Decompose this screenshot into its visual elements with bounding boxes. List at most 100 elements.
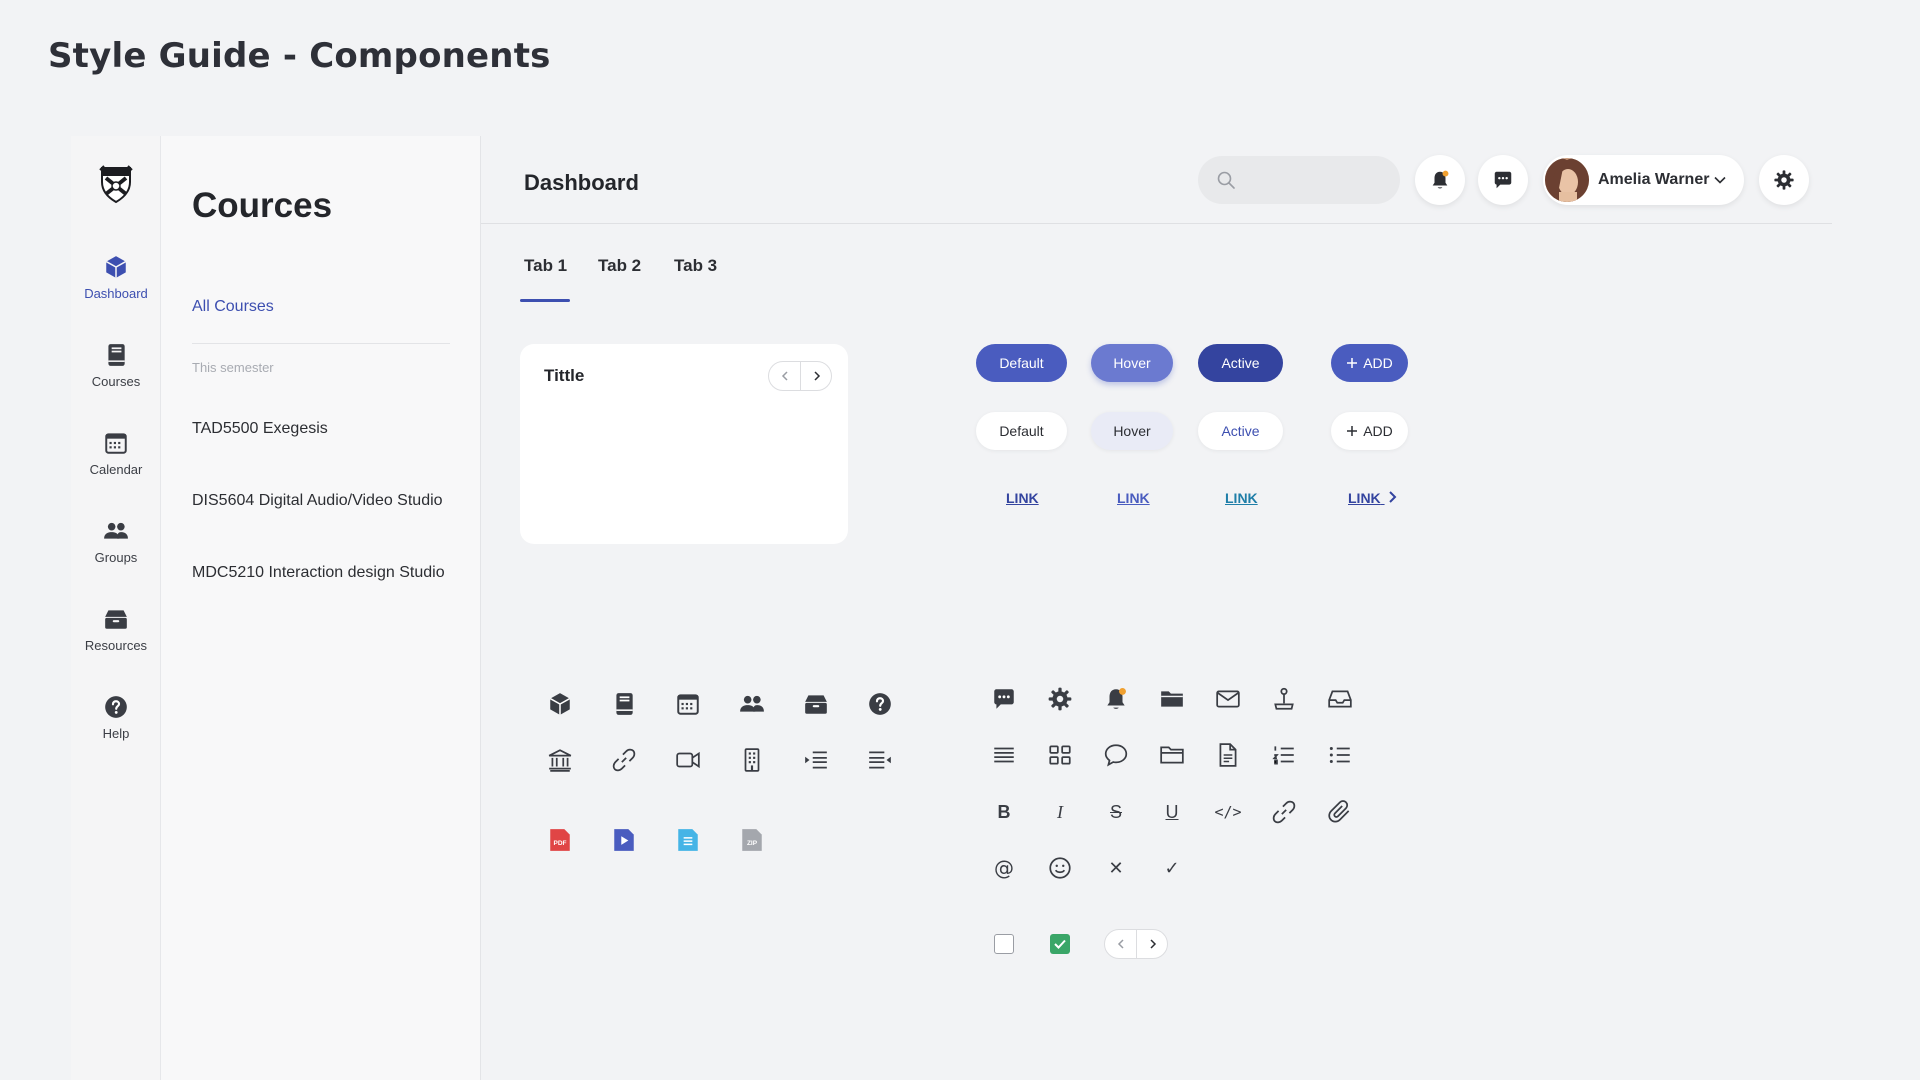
speech-bubble-icon (1103, 742, 1129, 768)
link-icon (1271, 799, 1297, 825)
bell-icon (1432, 170, 1449, 189)
active-tab-indicator (520, 299, 570, 302)
bell-icon (1103, 686, 1129, 712)
header-divider (481, 223, 1832, 224)
calendar-icon (105, 433, 127, 454)
resources-box-icon (105, 610, 127, 629)
link-icon (611, 747, 637, 773)
link-hover[interactable]: LINK (1117, 490, 1150, 506)
checkbox-unchecked[interactable] (994, 934, 1014, 954)
notifications-button[interactable] (1415, 155, 1465, 205)
cube-icon (105, 256, 127, 278)
checkbox-checked[interactable] (1050, 934, 1070, 954)
chat-icon (991, 686, 1017, 712)
primary-button-active[interactable]: Active (1198, 344, 1283, 382)
groups-icon (739, 691, 765, 717)
rail-item-label: Courses (91, 374, 141, 389)
add-label: ADD (1363, 355, 1393, 371)
pagination-control (1104, 929, 1168, 959)
indent-icon (803, 747, 829, 773)
institution-icon (547, 747, 573, 773)
rail-item-groups[interactable]: Groups (71, 518, 161, 565)
settings-button[interactable] (1759, 155, 1809, 205)
plus-icon (1347, 426, 1358, 436)
cube-icon (547, 691, 573, 717)
tab-3[interactable]: Tab 3 (674, 256, 717, 276)
search-input[interactable] (1246, 166, 1386, 194)
courses-panel: Cources All Courses This semester TAD550… (161, 136, 481, 1080)
help-icon (867, 691, 893, 717)
search-icon (1217, 171, 1235, 189)
next-button[interactable] (801, 362, 833, 390)
document-icon (1215, 742, 1241, 768)
course-item[interactable]: MDC5210 Interaction design Studio (192, 564, 445, 582)
resources-box-icon (803, 691, 829, 717)
chevron-left-icon (781, 371, 788, 381)
paperclip-icon (1327, 799, 1353, 825)
rail-item-label: Dashboard (84, 286, 148, 301)
course-item[interactable]: DIS5604 Digital Audio/Video Studio (192, 492, 443, 510)
mail-icon (1215, 686, 1241, 712)
grid-view-icon (1047, 742, 1073, 768)
primary-button-default[interactable]: Default (976, 344, 1067, 382)
chevron-left-icon (1117, 939, 1124, 949)
user-menu[interactable]: Amelia Warner (1543, 155, 1744, 205)
file-icon-label: ZIP (747, 840, 758, 847)
link-default[interactable]: LINK (1006, 490, 1039, 506)
courses-title: Cources (192, 186, 333, 225)
rail-item-calendar[interactable]: Calendar (71, 430, 161, 477)
document-file-icon (675, 827, 701, 853)
bullet-list-icon (1327, 742, 1353, 768)
building-icon (739, 747, 765, 773)
next-button[interactable] (1137, 930, 1169, 958)
rail-item-label: Help (102, 726, 130, 741)
secondary-button-active[interactable]: Active (1198, 412, 1283, 450)
rail-item-dashboard[interactable]: Dashboard (71, 254, 161, 301)
primary-add-button[interactable]: ADD (1331, 344, 1408, 382)
card-title: Tittle (544, 366, 585, 385)
bold-icon: B (997, 801, 1011, 822)
book-icon (108, 344, 125, 366)
mention-icon: @ (994, 856, 1014, 880)
page-title: Style Guide - Components (48, 36, 551, 76)
university-crest-logo (98, 164, 134, 204)
book-icon (611, 691, 637, 717)
card-pager (768, 361, 832, 391)
search-bar[interactable] (1198, 156, 1400, 204)
icon-rail: Dashboard Courses Calendar Groups Resour… (71, 136, 161, 1080)
semester-label: This semester (192, 360, 274, 375)
video-camera-icon (675, 747, 701, 773)
tab-2[interactable]: Tab 2 (598, 256, 641, 276)
rail-item-label: Calendar (89, 462, 143, 477)
chevron-right-icon (1150, 939, 1157, 949)
code-icon: </> (1214, 803, 1242, 821)
course-item[interactable]: TAD5500 Exegesis (192, 420, 328, 438)
all-courses-link[interactable]: All Courses (192, 298, 274, 316)
link-active[interactable]: LINK (1225, 490, 1258, 506)
dashboard-title: Dashboard (524, 170, 639, 195)
rail-item-resources[interactable]: Resources (71, 606, 161, 653)
joystick-icon (1271, 686, 1297, 712)
rail-item-help[interactable]: Help (71, 694, 161, 741)
gear-icon (1774, 170, 1794, 190)
prev-button[interactable] (1105, 930, 1137, 958)
rail-item-label: Groups (94, 550, 138, 565)
help-icon (105, 696, 127, 718)
prev-button[interactable] (769, 362, 801, 390)
secondary-button-default[interactable]: Default (976, 412, 1067, 450)
rail-item-courses[interactable]: Courses (71, 342, 161, 389)
primary-button-hover[interactable]: Hover (1091, 344, 1173, 382)
secondary-add-button[interactable]: ADD (1331, 412, 1408, 450)
link-with-arrow[interactable]: LINK (1348, 490, 1398, 506)
notification-dot (1442, 170, 1449, 177)
messages-button[interactable] (1478, 155, 1528, 205)
underline-icon: U (1165, 801, 1179, 822)
strikethrough-icon: S (1109, 801, 1122, 822)
avatar (1545, 158, 1589, 202)
user-name: Amelia Warner (1598, 171, 1710, 188)
video-file-icon (611, 827, 637, 853)
calendar-icon (675, 691, 701, 717)
chevron-right-icon (814, 371, 821, 381)
tab-1[interactable]: Tab 1 (524, 256, 567, 276)
secondary-button-hover[interactable]: Hover (1091, 412, 1173, 450)
